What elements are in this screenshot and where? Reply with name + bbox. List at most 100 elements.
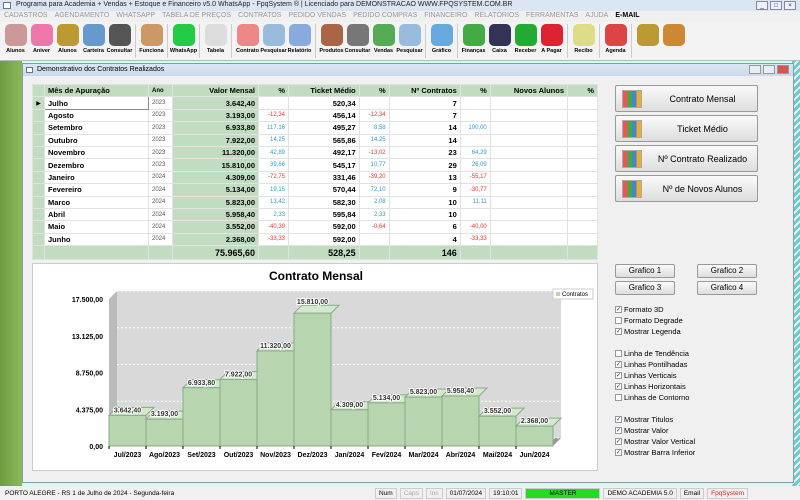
toolbar-button-extra[interactable] xyxy=(635,24,660,58)
table-row[interactable]: Fevereiro 2024 5.134,00 19,15 570,44 72,10 9 -3… xyxy=(32,183,598,197)
table-row[interactable]: Agosto 2023 3.193,00 -12,34 456,14 -12,34 7 xyxy=(32,108,598,123)
toolbar-button-a pagar[interactable]: A Pagar xyxy=(539,24,564,58)
menu-financeiro[interactable]: FINANCEIRO xyxy=(424,12,467,21)
option-mostrar-legenda[interactable]: ✓ Mostrar Legenda xyxy=(615,327,681,336)
menu-ajuda[interactable]: AJUDA xyxy=(585,12,608,21)
maximize-button[interactable]: □ xyxy=(770,1,782,10)
checkbox[interactable] xyxy=(615,350,622,357)
checkbox[interactable] xyxy=(615,394,622,401)
menu-email[interactable]: E-MAIL xyxy=(615,12,639,21)
option-linhas-pontilhadas[interactable]: ✓ Linhas Pontilhadas xyxy=(615,360,687,369)
option-formato-3d[interactable]: ✓ Formato 3D xyxy=(615,305,664,314)
status-email[interactable]: Email xyxy=(679,487,705,499)
toolbar-button-alunos[interactable]: Alunos xyxy=(3,24,28,58)
cell-: -55,17 xyxy=(459,170,491,185)
grafico-1-button[interactable]: Grafico 1 xyxy=(615,264,675,278)
toolbar-button-aniver[interactable]: Aniver xyxy=(29,24,54,58)
table-row[interactable]: Junho 2024 2.368,00 -33,33 592,00 4 -33,33 xyxy=(32,232,598,247)
toolbar-button-relatório[interactable]: Relatório xyxy=(287,24,312,58)
window-maximize-button[interactable] xyxy=(763,65,775,74)
option-linhas-de-contorno[interactable]: Linhas de Contorno xyxy=(615,393,689,402)
menu-contratos[interactable]: CONTRATOS xyxy=(238,12,281,21)
menu-pedido-compras[interactable]: PEDIDO COMPRAS xyxy=(353,12,417,21)
menu-agendamento[interactable]: AGENDAMENTO xyxy=(55,12,110,21)
toolbar-button-finanças[interactable]: Finanças xyxy=(461,24,486,58)
checkbox[interactable]: ✓ xyxy=(615,361,622,368)
toolbar-button-recibo[interactable]: Recibo xyxy=(571,24,596,58)
table-row[interactable]: Outubro 2023 7.922,00 14,25 565,86 14,25 14 xyxy=(32,133,598,147)
checkbox[interactable]: ✓ xyxy=(615,416,622,423)
option-linhas-verticais[interactable]: ✓ Linhas Verticais xyxy=(615,371,677,380)
table-row[interactable]: Dezembro 2023 15.810,00 39,66 545,17 10,77 29 2… xyxy=(32,158,598,172)
chart-button-3[interactable]: Nº de Novos Alunos xyxy=(615,175,758,202)
column-header[interactable]: % xyxy=(258,83,289,98)
table-row[interactable]: Setembro 2023 6.933,80 117,16 495,27 8,58 14 10… xyxy=(32,121,598,135)
checkbox[interactable]: ✓ xyxy=(615,383,622,390)
checkbox[interactable]: ✓ xyxy=(615,427,622,434)
toolbar-button-carteira[interactable]: Carteira xyxy=(81,24,106,58)
toolbar-button-consultar[interactable]: Consultar xyxy=(107,24,132,58)
close-button[interactable]: × xyxy=(784,1,796,10)
table-row[interactable]: Abril 2024 5.958,40 2,33 595,84 2,33 10 xyxy=(32,207,598,222)
chart-button-2[interactable]: Nº Contrato Realizado xyxy=(615,145,758,172)
toolbar-button-whatsapp[interactable]: WhatsApp xyxy=(170,24,197,58)
column-header[interactable]: Valor Mensal xyxy=(172,83,259,98)
chart-button-1[interactable]: Ticket Médio xyxy=(615,115,758,142)
column-header[interactable]: Nº Contratos xyxy=(388,83,461,98)
option-mostrar-barra-inferior[interactable]: ✓ Mostrar Barra Inferior xyxy=(615,448,695,457)
checkbox[interactable]: ✓ xyxy=(615,328,622,335)
checkbox[interactable]: ✓ xyxy=(615,372,622,379)
window-minimize-button[interactable] xyxy=(749,65,761,74)
column-header[interactable]: Ano xyxy=(148,83,173,98)
column-header[interactable]: % xyxy=(459,83,491,98)
checkbox[interactable]: ✓ xyxy=(615,306,622,313)
menu-pedido-vendas[interactable]: PEDIDO VENDAS xyxy=(288,12,346,21)
toolbar-button-tabela[interactable]: Tabela xyxy=(203,24,228,58)
toolbar-button-receber[interactable]: Receber xyxy=(513,24,538,58)
column-header[interactable]: Mês de Apuração xyxy=(44,83,149,98)
checkbox[interactable] xyxy=(615,317,622,324)
chart-button-0[interactable]: Contrato Mensal xyxy=(615,85,758,112)
window-close-button[interactable] xyxy=(777,65,789,74)
grafico-3-button[interactable]: Grafico 3 xyxy=(615,281,675,295)
menu-relatórios[interactable]: RELATÓRIOS xyxy=(474,12,519,21)
toolbar-button-consultar[interactable]: Consultar xyxy=(345,24,370,58)
status-brand[interactable]: FpqSystem xyxy=(707,487,748,499)
toolbar-button-produtos[interactable]: Produtos xyxy=(319,24,344,58)
table-row[interactable]: Marco 2024 5.823,00 13,42 582,30 2,08 10 11,11 xyxy=(32,195,598,209)
menu-cadastros[interactable]: CADASTROS xyxy=(4,12,48,21)
toolbar-button-gráfico[interactable]: Gráfico xyxy=(429,24,454,58)
toolbar-button-pesquisar[interactable]: Pesquisar xyxy=(260,24,287,58)
option-linhas-horizontais[interactable]: ✓ Linhas Horizontais xyxy=(615,382,686,391)
checkbox[interactable]: ✓ xyxy=(615,438,622,445)
toolbar-button-caixa[interactable]: Caixa xyxy=(487,24,512,58)
toolbar-button-extra[interactable] xyxy=(661,24,686,58)
column-header[interactable]: Novos Alunos xyxy=(489,83,569,98)
toolbar-label: Pesquisar xyxy=(396,48,423,54)
option-mostrar-titulos[interactable]: ✓ Mostrar Titulos xyxy=(615,415,673,424)
column-header[interactable]: % xyxy=(567,83,598,98)
table-row[interactable]: Novembro 2023 11.320,00 42,89 492,17 -13,02 23… xyxy=(32,145,598,160)
menu-whatsapp[interactable]: WHATSAPP xyxy=(116,12,155,21)
toolbar-button-pesquisar[interactable]: Pesquisar xyxy=(396,24,423,58)
option-linha-de-tendência[interactable]: Linha de Tendência xyxy=(615,349,689,358)
toolbar-button-vendas[interactable]: Vendas xyxy=(371,24,396,58)
toolbar-button-funciona[interactable]: Funciona xyxy=(139,24,164,58)
table-row[interactable]: Janeiro 2024 4.309,00 -72,75 331,46 -39,20 13-… xyxy=(32,170,598,185)
checkbox[interactable]: ✓ xyxy=(615,449,622,456)
toolbar-button-agenda[interactable]: Agenda xyxy=(603,24,628,58)
menu-tabela-de-preços[interactable]: TABELA DE PREÇOS xyxy=(162,12,231,21)
menu-ferramentas[interactable]: FERRAMENTAS xyxy=(526,12,578,21)
grafico-4-button[interactable]: Grafico 4 xyxy=(697,281,757,295)
grafico-2-button[interactable]: Grafico 2 xyxy=(697,264,757,278)
table-row[interactable]: ▶ Julho 2023 3.642,40 520,34 7 xyxy=(32,96,598,110)
option-formato-degrade[interactable]: Formato Degrade xyxy=(615,316,683,325)
minimize-button[interactable]: _ xyxy=(756,1,768,10)
column-header[interactable]: Ticket Médio xyxy=(288,83,360,98)
column-header[interactable]: % xyxy=(358,83,390,98)
option-mostrar-valor[interactable]: ✓ Mostrar Valor xyxy=(615,426,668,435)
toolbar-button-contrato[interactable]: Contrato xyxy=(235,24,260,58)
table-row[interactable]: Maio 2024 3.552,00 -40,39 592,00 -0,64 6 -40,00 xyxy=(32,220,598,234)
option-mostrar-valor-vertical[interactable]: ✓ Mostrar Valor Vertical xyxy=(615,437,695,446)
toolbar-button-alunos[interactable]: Alunos xyxy=(55,24,80,58)
